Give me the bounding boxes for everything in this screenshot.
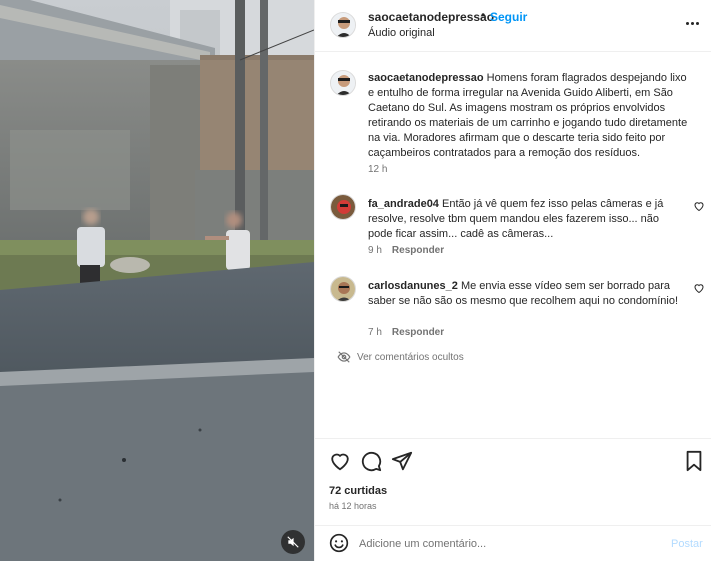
caption-avatar[interactable] [330,70,356,96]
comment-avatar[interactable] [330,194,356,220]
comment-input[interactable] [359,534,659,554]
avatar-image [331,195,355,219]
caption-text: saocaetanodepressao Homens foram flagrad… [368,72,688,159]
comment-username[interactable]: fa_andrade04 [368,198,439,210]
mute-button[interactable] [281,530,305,554]
comment-like-icon[interactable] [693,282,705,294]
post-username[interactable]: saocaetanodepressao [368,10,494,24]
avatar[interactable] [330,12,356,38]
avatar-image [331,277,355,301]
bookmark-icon[interactable] [683,450,705,472]
post-header: saocaetanodepressao • Seguir Áudio origi… [315,0,711,52]
separator-dot: • [481,8,486,22]
comment-text: carlosdanunes_2 Me envia esse vídeo sem … [368,280,679,307]
post-panel: saocaetanodepressao • Seguir Áudio origi… [314,0,711,561]
comment-time: 7 h [368,327,382,338]
video-frame [0,0,314,561]
comment-avatar[interactable] [330,276,356,302]
likes-count[interactable]: 72 curtidas [329,485,387,497]
comment-meta: 9 h Responder [368,245,444,256]
comment-composer: Postar [315,525,711,561]
paper-plane-icon[interactable] [391,450,413,472]
post-date: há 12 horas [329,501,377,511]
comment-username[interactable]: carlosdanunes_2 [368,280,458,292]
post-video[interactable] [0,0,314,561]
comment-meta: 7 h Responder [368,327,444,338]
comment-time: 9 h [368,245,382,256]
follow-button[interactable]: Seguir [490,10,527,24]
avatar-image [331,13,355,37]
hidden-comments-label[interactable]: Ver comentários ocultos [357,352,464,363]
post-actions: 72 curtidas há 12 horas [315,438,711,524]
more-options-button[interactable] [681,14,703,32]
view-hidden-comments[interactable]: Ver comentários ocultos [337,351,464,363]
reply-button[interactable]: Responder [392,327,444,338]
avatar-image [331,71,355,95]
comments-list[interactable]: saocaetanodepressao Homens foram flagrad… [315,53,711,438]
comment-bubble-icon[interactable] [360,450,382,472]
heart-icon[interactable] [329,450,351,472]
post-comment-button[interactable]: Postar [671,538,703,550]
eye-slash-icon [337,351,351,363]
smiley-icon[interactable] [329,533,349,553]
comment-text: fa_andrade04 Então já vê quem fez isso p… [368,198,664,240]
caption-time: 12 h [368,164,388,175]
speaker-muted-icon [287,536,299,548]
more-horizontal-icon [685,21,689,25]
caption-username[interactable]: saocaetanodepressao [368,72,484,84]
audio-label[interactable]: Áudio original [368,27,435,39]
reply-button[interactable]: Responder [392,245,444,256]
comment-like-icon[interactable] [693,200,705,212]
